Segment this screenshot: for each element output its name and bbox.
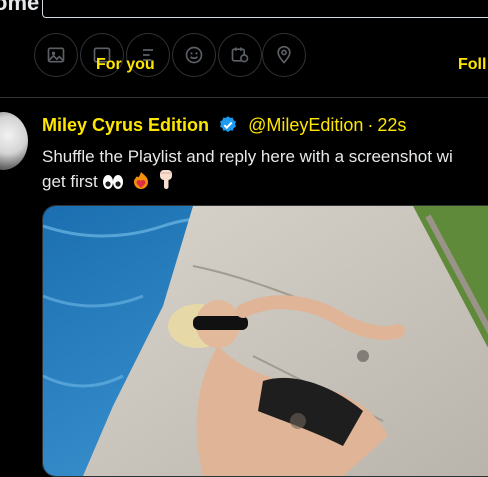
handle[interactable]: @MileyEdition: [248, 115, 363, 135]
avatar[interactable]: [0, 112, 28, 170]
pointing-down-emoji: [159, 170, 172, 189]
tweet-text: Shuffle the Playlist and reply here with…: [42, 144, 488, 194]
schedule-button[interactable]: [218, 33, 262, 77]
media-button[interactable]: [34, 33, 78, 77]
tweet-header: Miley Cyrus Edition @MileyEdition · 22s: [42, 115, 406, 136]
page-title: ome: [0, 0, 40, 15]
tweet-text-line: get first: [42, 172, 98, 191]
tab-following[interactable]: Foll: [458, 56, 486, 74]
location-button[interactable]: [262, 33, 306, 77]
timestamp[interactable]: 22s: [377, 115, 406, 135]
emoji-icon: [185, 46, 203, 64]
emoji-button[interactable]: [172, 33, 216, 77]
tweet-media-image[interactable]: [42, 205, 488, 477]
verified-badge-icon: [220, 116, 236, 133]
eyes-emoji: [103, 175, 124, 189]
tweet-text-line: Shuffle the Playlist and reply here with…: [42, 147, 453, 166]
heart-on-fire-emoji: [134, 172, 149, 189]
separator: ·: [367, 115, 374, 135]
schedule-icon: [231, 47, 249, 63]
display-name[interactable]: Miley Cyrus Edition: [42, 115, 209, 135]
photo: [43, 206, 488, 476]
divider: [0, 97, 488, 98]
tab-for-you[interactable]: For you: [96, 56, 155, 74]
image-icon: [47, 47, 65, 63]
compose-input[interactable]: [42, 0, 488, 18]
location-icon: [277, 45, 291, 64]
